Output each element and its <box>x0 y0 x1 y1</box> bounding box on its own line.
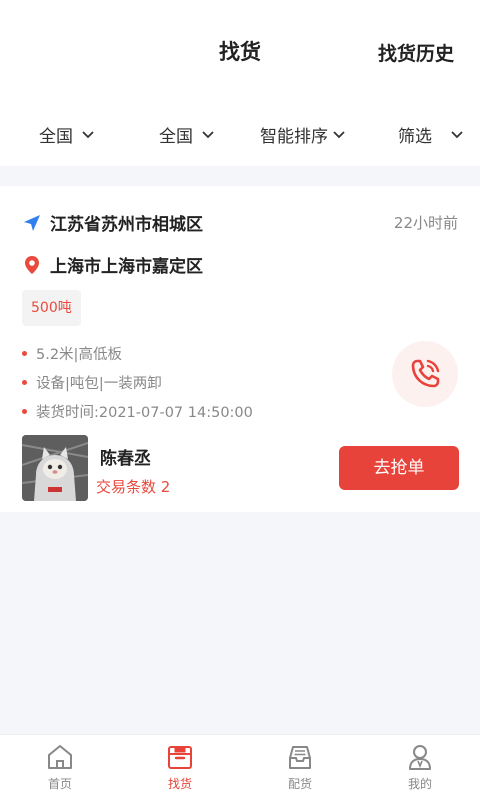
tab-label: 找货 <box>167 777 192 791</box>
navigation-arrow-icon <box>22 213 42 233</box>
call-button[interactable] <box>392 341 458 407</box>
filter-bar: 全国 全国 智能排序 筛选 <box>0 100 480 166</box>
loading-time-text: 装货时间:2021-07-07 14:50:00 <box>36 405 253 421</box>
user-icon <box>409 745 431 770</box>
tab-home[interactable]: 首页 <box>0 735 120 801</box>
tab-label: 我的 <box>407 777 432 791</box>
grab-order-button[interactable]: 去抢单 <box>339 446 459 490</box>
bullet-dot <box>22 351 27 356</box>
top-header: 找货 找货历史 <box>0 0 480 100</box>
history-link[interactable]: 找货历史 <box>378 39 454 66</box>
bullet-dot <box>22 380 27 385</box>
cargo-type-text: 设备|吨包|一装两卸 <box>36 376 162 392</box>
cargo-card[interactable]: 江苏省苏州市相城区 22小时前 上海市上海市嘉定区 500吨 5.2米|高低板 … <box>0 186 480 512</box>
post-time: 22小时前 <box>393 214 458 232</box>
truck-spec-row: 5.2米|高低板 <box>22 343 122 364</box>
phone-icon <box>411 359 440 388</box>
filter-label: 筛选 <box>398 127 432 147</box>
origin-text: 江苏省苏州市相城区 <box>50 215 203 235</box>
filter-origin-region[interactable]: 全国 <box>39 122 95 147</box>
tab-find-cargo[interactable]: 找货 <box>120 735 240 801</box>
truck-spec-text: 5.2米|高低板 <box>36 347 122 363</box>
chevron-down-icon <box>82 130 94 138</box>
chevron-down-icon <box>451 130 463 138</box>
loading-time-row: 装货时间:2021-07-07 14:50:00 <box>22 401 253 422</box>
filter-label: 智能排序 <box>260 127 328 147</box>
tab-mine[interactable]: 我的 <box>360 735 480 801</box>
shipper-name: 陈春丞 <box>100 449 151 469</box>
weight-badge: 500吨 <box>22 290 81 326</box>
filter-label: 全国 <box>39 127 73 147</box>
tab-label: 配货 <box>287 777 312 791</box>
filter-label: 全国 <box>159 127 193 147</box>
location-pin-icon <box>22 255 42 275</box>
inbox-icon <box>289 746 311 769</box>
bottom-tab-bar: 首页 找货 配货 我的 <box>0 734 480 801</box>
origin-line: 江苏省苏州市相城区 <box>22 210 203 235</box>
shipper-avatar[interactable] <box>22 435 88 501</box>
box-icon <box>168 746 192 769</box>
home-icon <box>48 745 72 769</box>
chevron-down-icon <box>202 130 214 138</box>
filter-sort[interactable]: 智能排序 <box>260 122 346 147</box>
tab-label: 首页 <box>47 777 72 791</box>
destination-text: 上海市上海市嘉定区 <box>50 257 203 277</box>
cat-avatar-image <box>22 435 88 501</box>
bullet-dot <box>22 409 27 414</box>
cargo-type-row: 设备|吨包|一装两卸 <box>22 372 162 393</box>
filter-screen[interactable]: 筛选 <box>398 122 464 147</box>
chevron-down-icon <box>333 130 345 138</box>
trade-count: 交易条数 2 <box>96 478 171 496</box>
tab-distribution[interactable]: 配货 <box>240 735 360 801</box>
destination-line: 上海市上海市嘉定区 <box>22 252 203 277</box>
filter-destination-region[interactable]: 全国 <box>159 122 215 147</box>
